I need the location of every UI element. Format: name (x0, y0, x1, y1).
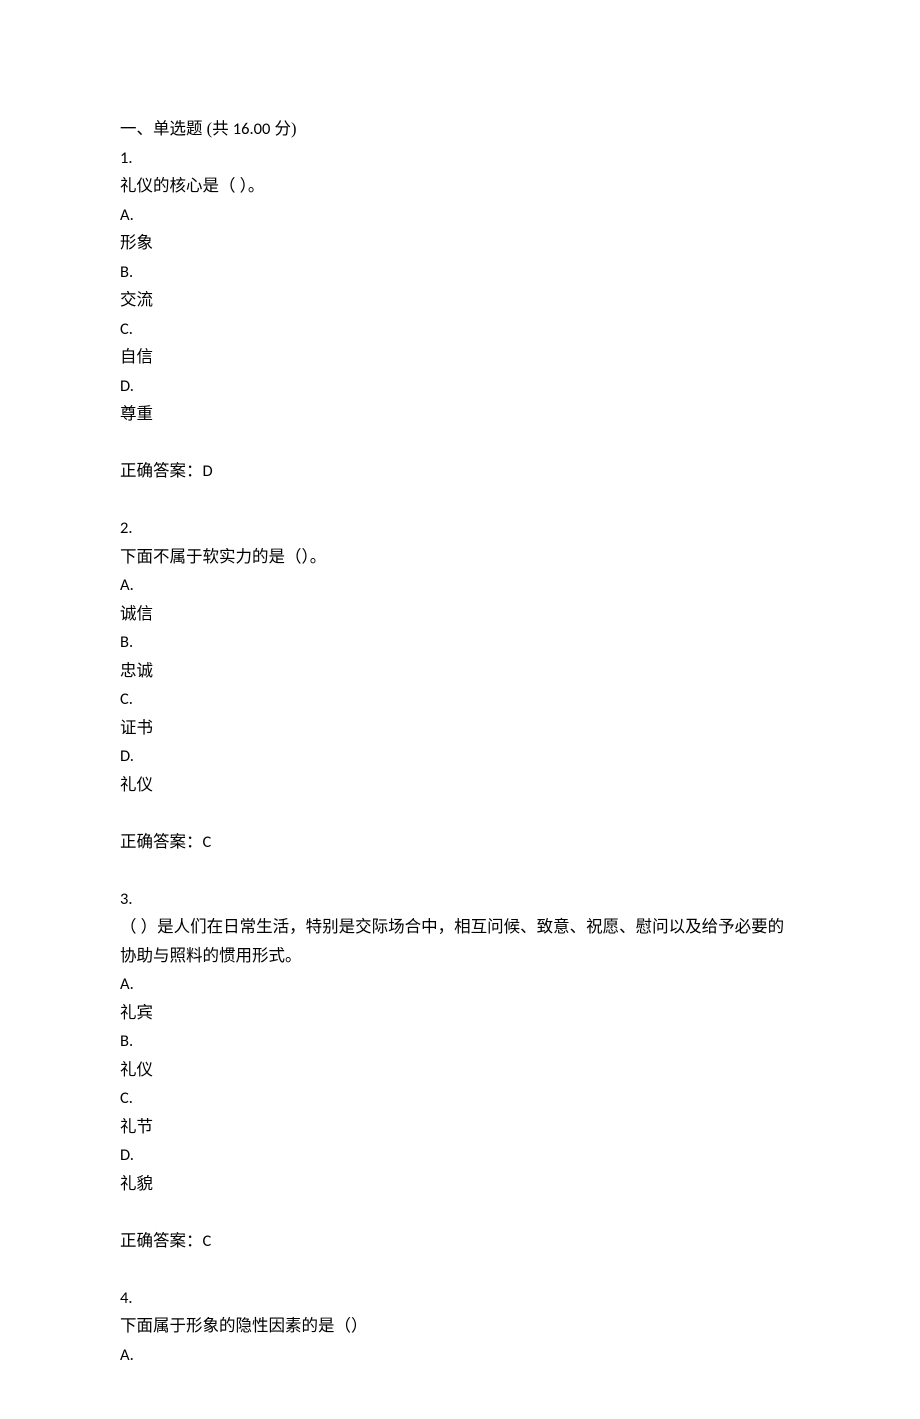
exam-document: 一、单选题 (共 16.00 分) 1. 礼仪的核心是（ ）。 A. 形象 B.… (0, 0, 920, 1419)
question-text: 下面属于形象的隐性因素的是（） (120, 1312, 800, 1341)
option-label: D. (120, 1141, 800, 1170)
option-text: 交流 (120, 286, 800, 315)
section-points: 16.00 (233, 119, 271, 139)
option-text: 礼宾 (120, 999, 800, 1028)
answer-label: 正确答案： (120, 832, 203, 851)
question-text: （ ）是人们在日常生活，特别是交际场合中，相互问候、致意、祝愿、慰问以及给予必要… (120, 913, 800, 970)
option-text: 礼仪 (120, 771, 800, 800)
option-label: B. (120, 258, 800, 287)
option-text: 礼仪 (120, 1056, 800, 1085)
option-label: B. (120, 1027, 800, 1056)
option-label: A. (120, 201, 800, 230)
option-label: C. (120, 685, 800, 714)
section-title-prefix: 一、单选题 (共 (120, 119, 233, 138)
answer-label: 正确答案： (120, 461, 203, 480)
option-label: B. (120, 628, 800, 657)
question-text: 下面不属于软实力的是（）。 (120, 543, 800, 572)
spacer (120, 486, 800, 515)
option-text: 礼貌 (120, 1170, 800, 1199)
option-label: D. (120, 372, 800, 401)
answer-value: D (203, 461, 213, 481)
answer-label: 正确答案： (120, 1231, 203, 1250)
answer-value: C (203, 832, 212, 852)
answer-line: 正确答案：C (120, 1227, 800, 1256)
question-number: 3. (120, 885, 800, 914)
option-text: 形象 (120, 229, 800, 258)
answer-line: 正确答案：C (120, 828, 800, 857)
section-header: 一、单选题 (共 16.00 分) (120, 115, 800, 144)
option-text: 证书 (120, 714, 800, 743)
spacer (120, 1198, 800, 1227)
option-label: A. (120, 571, 800, 600)
option-label: A. (120, 1341, 800, 1370)
question-number: 2. (120, 514, 800, 543)
answer-value: C (203, 1231, 212, 1251)
spacer (120, 429, 800, 458)
question-text: 礼仪的核心是（ ）。 (120, 172, 800, 201)
option-text: 忠诚 (120, 657, 800, 686)
option-label: D. (120, 742, 800, 771)
option-text: 尊重 (120, 400, 800, 429)
option-text: 礼节 (120, 1113, 800, 1142)
spacer (120, 799, 800, 828)
option-text: 自信 (120, 343, 800, 372)
answer-line: 正确答案：D (120, 457, 800, 486)
option-text: 诚信 (120, 600, 800, 629)
option-label: C. (120, 315, 800, 344)
option-label: A. (120, 970, 800, 999)
option-label: C. (120, 1084, 800, 1113)
section-title-suffix: 分) (270, 119, 296, 138)
spacer (120, 1255, 800, 1284)
spacer (120, 856, 800, 885)
question-number: 4. (120, 1284, 800, 1313)
question-number: 1. (120, 144, 800, 173)
